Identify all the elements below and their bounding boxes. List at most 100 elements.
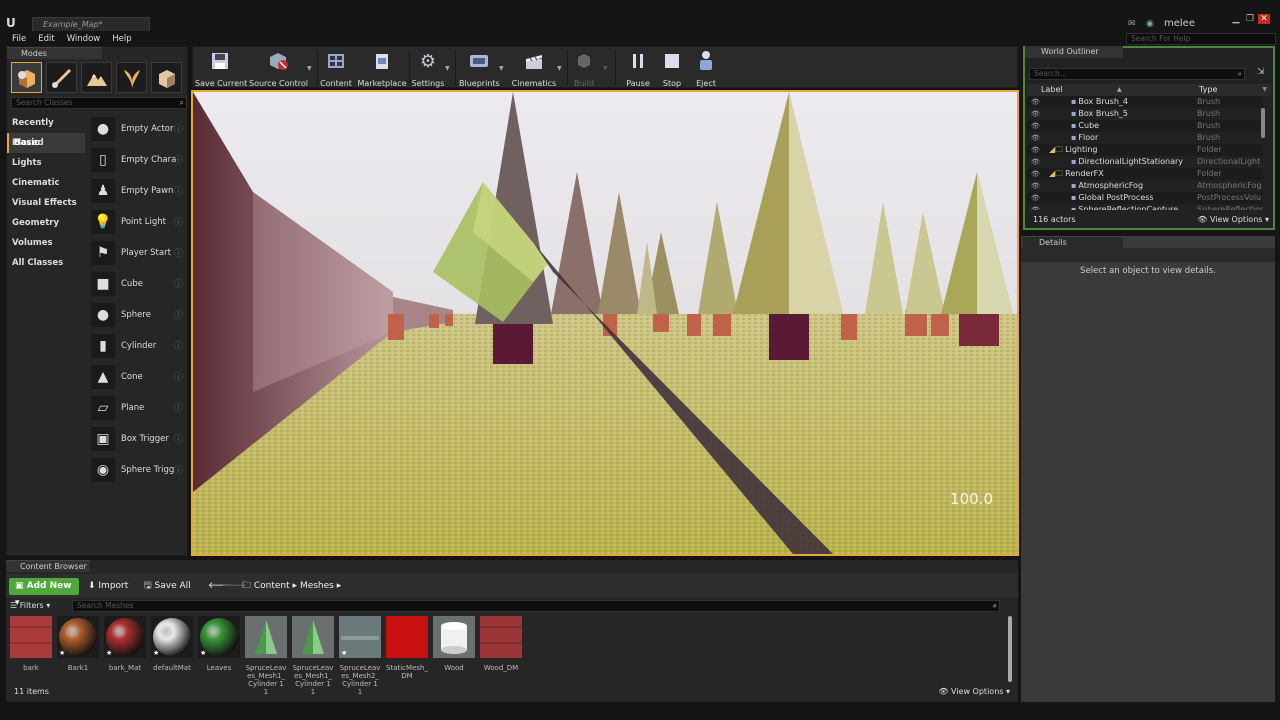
help-search-input[interactable]: Search For Help (1126, 33, 1276, 45)
source-control-dropdown-icon[interactable]: ▼ (307, 65, 312, 72)
class-item-empty-character[interactable]: ▯ Empty Charac ⓘ (87, 144, 187, 175)
info-icon[interactable]: ⓘ (174, 401, 183, 414)
outliner-view-options-button[interactable]: 👁 View Options ▾ (1197, 214, 1269, 226)
asset-tile[interactable]: SpruceLeaves_Mesh1_Cylinder 1 1 (245, 616, 287, 696)
outliner-row[interactable]: 👁 ▪ Box Brush_5 Brush (1027, 108, 1263, 120)
modes-tab[interactable]: Modes (7, 47, 102, 59)
paint-mode-icon[interactable] (46, 62, 77, 93)
info-icon[interactable]: ⓘ (174, 308, 183, 321)
marketplace-button[interactable]: Marketplace (357, 49, 407, 88)
category-all-classes[interactable]: All Classes (7, 253, 85, 273)
class-item-cylinder[interactable]: ▮ Cylinder ⓘ (87, 330, 187, 361)
outliner-row[interactable]: 👁 ▪ SphereReflectionCapture SphereReflectio… (1027, 204, 1263, 210)
asset-search-input[interactable]: Search Meshes ⌕ (72, 600, 1000, 612)
details-tab[interactable]: Details (1023, 236, 1123, 248)
chat-icon[interactable]: ✉ (1128, 19, 1140, 29)
place-mode-icon[interactable] (11, 62, 42, 93)
outliner-row[interactable]: 👁 ◢🗀 RenderFX Folder (1027, 168, 1263, 180)
visibility-eye-icon[interactable]: 👁 (1031, 108, 1040, 120)
info-icon[interactable]: ⓘ (174, 432, 183, 445)
asset-tile[interactable]: Wood_DM (480, 616, 522, 696)
world-outliner-tab[interactable]: World Outliner (1025, 46, 1123, 58)
maximize-button[interactable]: ❐ (1244, 14, 1256, 24)
filters-button[interactable]: ☰ Filters ▾ (10, 600, 50, 612)
outliner-row[interactable]: 👁 ▪ Cube Brush (1027, 120, 1263, 132)
save-all-button[interactable]: 🖫 Save All (144, 578, 191, 595)
class-item-sphere-trigger[interactable]: ◉ Sphere Trigg ⓘ (87, 454, 187, 485)
visibility-eye-icon[interactable]: 👁 (1031, 120, 1040, 132)
info-icon[interactable]: ⓘ (174, 153, 183, 166)
menu-edit[interactable]: Edit (32, 33, 60, 46)
asset-tile[interactable]: SpruceLeaves_Mesh1_Cylinder 1 1 (292, 616, 334, 696)
outliner-add-icon[interactable]: ⇲ (1257, 67, 1269, 79)
geometry-mode-icon[interactable] (151, 62, 182, 93)
category-recently-placed[interactable]: Recently Placed (7, 113, 85, 148)
asset-tile[interactable]: ★ Bark1 (57, 616, 99, 696)
column-label[interactable]: Label (1041, 84, 1063, 96)
source-control-button[interactable]: Source Control (249, 49, 308, 88)
class-item-box-trigger[interactable]: ▣ Box Trigger ⓘ (87, 423, 187, 454)
cinematics-button[interactable]: Cinematics (511, 49, 557, 88)
class-item-plane[interactable]: ▱ Plane ⓘ (87, 392, 187, 423)
build-button[interactable]: Build (569, 49, 599, 88)
column-dropdown-icon[interactable]: ▼ (1262, 84, 1267, 96)
category-volumes[interactable]: Volumes (7, 233, 85, 253)
visibility-eye-icon[interactable]: 👁 (1031, 204, 1040, 210)
asset-tile[interactable]: ★ Leaves (198, 616, 240, 696)
settings-dropdown-icon[interactable]: ▼ (445, 65, 450, 72)
class-item-point-light[interactable]: 💡 Point Light ⓘ (87, 206, 187, 237)
class-search-input[interactable]: Search Classes ⌕ (11, 97, 187, 109)
asset-tile[interactable]: ★ bark_Mat (104, 616, 146, 696)
outliner-row[interactable]: 👁 ◢🗀 Lighting Folder (1027, 144, 1263, 156)
category-lights[interactable]: Lights (7, 153, 85, 173)
outliner-row[interactable]: 👁 ▪ AtmosphericFog AtmosphericFog (1027, 180, 1263, 192)
category-cinematic[interactable]: Cinematic (7, 173, 85, 193)
cinematics-dropdown-icon[interactable]: ▼ (557, 65, 562, 72)
save-current-button[interactable]: Save Current (195, 49, 247, 88)
visibility-eye-icon[interactable]: 👁 (1031, 144, 1040, 156)
content-view-options-button[interactable]: 👁 View Options ▾ (938, 687, 1010, 696)
class-item-sphere[interactable]: ● Sphere ⓘ (87, 299, 187, 330)
minimize-button[interactable]: ▁ (1230, 14, 1242, 24)
menu-help[interactable]: Help (106, 33, 137, 46)
visibility-eye-icon[interactable]: 👁 (1031, 96, 1040, 108)
class-item-cone[interactable]: ▲ Cone ⓘ (87, 361, 187, 392)
stop-button[interactable]: Stop (657, 49, 687, 88)
info-icon[interactable]: ⓘ (174, 246, 183, 259)
info-icon[interactable]: ⓘ (174, 122, 183, 135)
game-viewport[interactable]: 100.0 (191, 90, 1019, 556)
content-button[interactable]: Content (319, 49, 353, 88)
menu-file[interactable]: File (6, 33, 32, 46)
class-item-empty-actor[interactable]: ● Empty Actor ⓘ (87, 113, 187, 144)
info-icon[interactable]: ⓘ (174, 370, 183, 383)
outliner-row[interactable]: 👁 ▪ DirectionalLightStationary DirectionalL… (1027, 156, 1263, 168)
info-icon[interactable]: ⓘ (174, 463, 183, 476)
outliner-scrollbar[interactable] (1261, 108, 1265, 138)
column-type[interactable]: Type (1199, 84, 1217, 96)
asset-tile[interactable]: Wood (433, 616, 475, 696)
visibility-eye-icon[interactable]: 👁 (1031, 156, 1040, 168)
content-browser-tab[interactable]: Content Browser (6, 560, 90, 572)
level-tab[interactable]: Example_Map* (32, 17, 150, 31)
category-basic[interactable]: Basic (7, 133, 85, 153)
asset-tile[interactable]: ★ defaultMat (151, 616, 193, 696)
menu-window[interactable]: Window (61, 33, 107, 46)
outliner-row[interactable]: 👁 ▪ Global PostProcess PostProcessVolu (1027, 192, 1263, 204)
source-control-status-icon[interactable]: ◉ (1146, 19, 1158, 29)
breadcrumb-content[interactable]: Content (254, 581, 290, 591)
add-new-button[interactable]: ▣ Add New ▾ (9, 578, 79, 608)
eject-button[interactable]: Eject (691, 49, 721, 88)
blueprints-dropdown-icon[interactable]: ▼ (499, 65, 504, 72)
visibility-eye-icon[interactable]: 👁 (1031, 168, 1040, 180)
close-button[interactable]: ✕ (1258, 14, 1270, 24)
class-item-player-start[interactable]: ⚑ Player Start ⓘ (87, 237, 187, 268)
info-icon[interactable]: ⓘ (174, 184, 183, 197)
info-icon[interactable]: ⓘ (174, 339, 183, 352)
category-geometry[interactable]: Geometry (7, 213, 85, 233)
visibility-eye-icon[interactable]: 👁 (1031, 180, 1040, 192)
landscape-mode-icon[interactable] (81, 62, 112, 93)
asset-tile[interactable]: ★ SpruceLeaves_Mesh2_Cylinder 1 1 (339, 616, 381, 696)
visibility-eye-icon[interactable]: 👁 (1031, 132, 1040, 144)
outliner-search-input[interactable]: Search... ⌕ (1029, 68, 1245, 80)
breadcrumb-meshes[interactable]: Meshes (300, 581, 334, 591)
